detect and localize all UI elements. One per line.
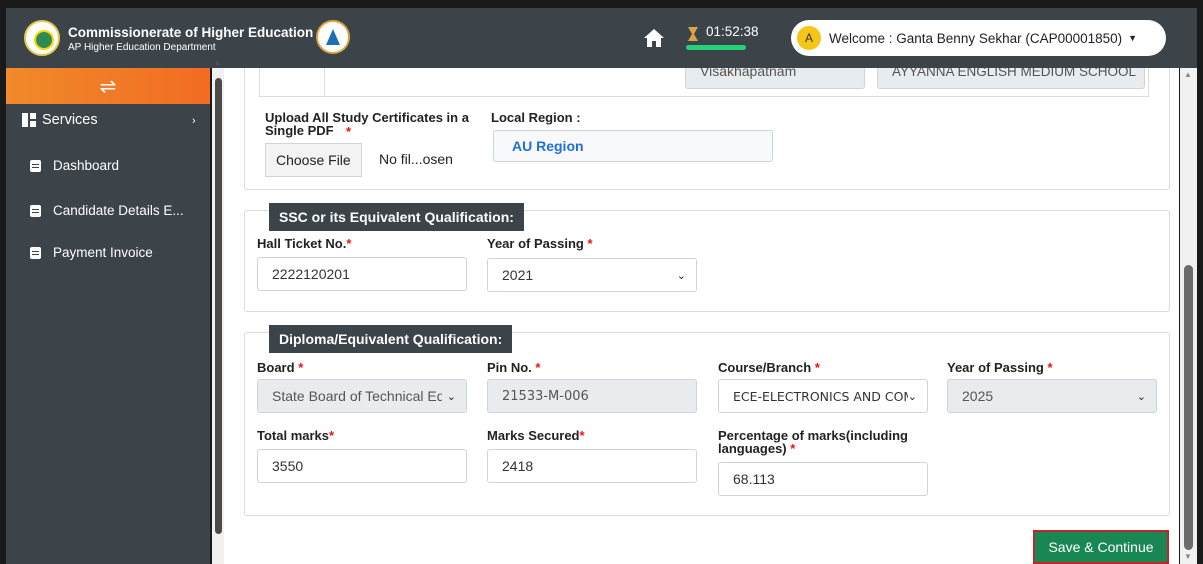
sidebar-item-dashboard[interactable]: Dashboard — [30, 158, 119, 173]
chevron-down-icon: ⌄ — [1136, 391, 1146, 403]
top-bar: Commissionerate of Higher Education AP H… — [6, 8, 1197, 68]
school-field: AYYANNA ENGLISH MEDIUM SCHOOL — [877, 68, 1145, 89]
hall-ticket-input[interactable]: 2222120201 — [257, 257, 467, 291]
chevron-down-icon: ⌄ — [446, 391, 456, 403]
table-row: 7. 7th / 8th Visakhapatnam AYYANNA ENGLI… — [259, 68, 1149, 97]
percentage-input[interactable]: 68.113 — [718, 462, 928, 496]
ssc-year-selected-value: 2021 — [502, 267, 534, 283]
education-emblem-icon — [316, 20, 350, 54]
sidebar-item-label: Dashboard — [53, 158, 120, 173]
required-marker: * — [346, 124, 352, 139]
sidebar-item-label: Candidate Details E... — [53, 203, 184, 218]
sidebar-item-payment-invoice[interactable]: Payment Invoice — [30, 245, 153, 260]
main-scrollbar-thumb[interactable] — [1184, 265, 1193, 550]
document-icon — [30, 246, 41, 259]
sidebar-item-label: Services — [42, 112, 98, 128]
app-frame: Commissionerate of Higher Education AP H… — [0, 0, 1203, 564]
table-cell-class: 7th / 8th — [342, 68, 393, 69]
user-avatar-icon: A — [797, 26, 821, 50]
document-icon — [30, 159, 41, 172]
home-icon[interactable] — [643, 28, 665, 48]
board-label: Board * — [257, 360, 304, 375]
ssc-section-title: SSC or its Equivalent Qualification: — [269, 203, 524, 231]
ssc-year-label: Year of Passing * — [487, 236, 593, 251]
ssc-year-select[interactable]: 2021 ⌄ — [487, 258, 697, 292]
ap-emblem-logo — [24, 20, 60, 56]
percentage-label: Percentage of marks(including languages)… — [718, 428, 908, 456]
user-menu-button[interactable]: A Welcome : Ganta Benny Sekhar (CAP00001… — [791, 20, 1166, 56]
choose-file-button[interactable]: Choose File — [265, 143, 362, 177]
ssc-card: SSC or its Equivalent Qualification: Hal… — [244, 203, 1170, 312]
education-details-card: 7. 7th / 8th Visakhapatnam AYYANNA ENGLI… — [244, 68, 1170, 190]
session-timer: 01:52:38 — [706, 24, 759, 39]
timer-progress-bar — [686, 45, 746, 50]
brand-subtitle: AP Higher Education Department — [68, 42, 216, 53]
grid-icon — [22, 113, 36, 127]
diploma-section-title: Diploma/Equivalent Qualification: — [269, 325, 513, 353]
hall-ticket-label: Hall Ticket No.* — [257, 236, 352, 251]
pin-input: 21533-M-006 — [487, 379, 697, 413]
chevron-down-icon: ⌄ — [676, 270, 686, 282]
chevron-right-icon: › — [192, 115, 196, 127]
course-selected-value: ECE-ELECTRONICS AND COM — [733, 388, 908, 404]
sidebar-scrollbar-thumb[interactable] — [215, 78, 222, 534]
local-region-label: Local Region : — [491, 110, 581, 125]
diploma-year-label: Year of Passing * — [947, 360, 1053, 375]
board-select[interactable]: State Board of Technical Ed ⌄ — [257, 379, 467, 413]
hourglass-icon — [688, 27, 698, 41]
sidebar-toggle-button[interactable]: ⇌ — [6, 68, 210, 104]
diploma-year-selected-value: 2025 — [962, 388, 994, 404]
scroll-up-icon[interactable]: ▲ — [214, 60, 221, 67]
main-content: 7. 7th / 8th Visakhapatnam AYYANNA ENGLI… — [224, 68, 1179, 564]
diploma-year-select[interactable]: 2025 ⌄ — [947, 379, 1157, 413]
sidebar-item-label: Payment Invoice — [53, 245, 153, 260]
document-icon — [30, 204, 41, 217]
marks-secured-label: Marks Secured* — [487, 428, 585, 443]
total-marks-input[interactable]: 3550 — [257, 449, 467, 483]
chevron-down-icon: ▼ — [1128, 33, 1138, 43]
welcome-text: Welcome : Ganta Benny Sekhar (CAP0000185… — [829, 30, 1123, 46]
upload-label: Upload All Study Certificates in a Singl… — [265, 110, 469, 138]
board-selected-value: State Board of Technical Ed — [272, 388, 442, 404]
chevron-down-icon: ⌄ — [907, 390, 917, 403]
scroll-down-icon[interactable]: ▼ — [1184, 552, 1192, 561]
district-field: Visakhapatnam — [685, 68, 865, 89]
brand-title: Commissionerate of Higher Education — [68, 25, 314, 40]
total-marks-label: Total marks* — [257, 428, 335, 443]
course-select[interactable]: ECE-ELECTRONICS AND COM ⌄ — [718, 379, 928, 413]
table-cell-sno: 7. — [276, 68, 288, 69]
course-label: Course/Branch * — [718, 360, 820, 375]
diploma-card: Diploma/Equivalent Qualification: Board … — [244, 325, 1170, 516]
marks-secured-input[interactable]: 2418 — [487, 449, 697, 483]
file-name-text: No fil...osen — [379, 151, 453, 167]
local-region-value: AU Region — [493, 130, 773, 162]
sidebar-item-services[interactable]: Services › — [22, 112, 196, 128]
sidebar-item-candidate-details[interactable]: Candidate Details E... — [30, 203, 184, 218]
sidebar: ⇌ Services › Dashboard Candidate Details… — [6, 68, 210, 564]
save-and-continue-button[interactable]: Save & Continue — [1033, 530, 1169, 564]
pin-label: Pin No. * — [487, 360, 541, 375]
scroll-up-icon[interactable]: ▲ — [1184, 70, 1192, 79]
